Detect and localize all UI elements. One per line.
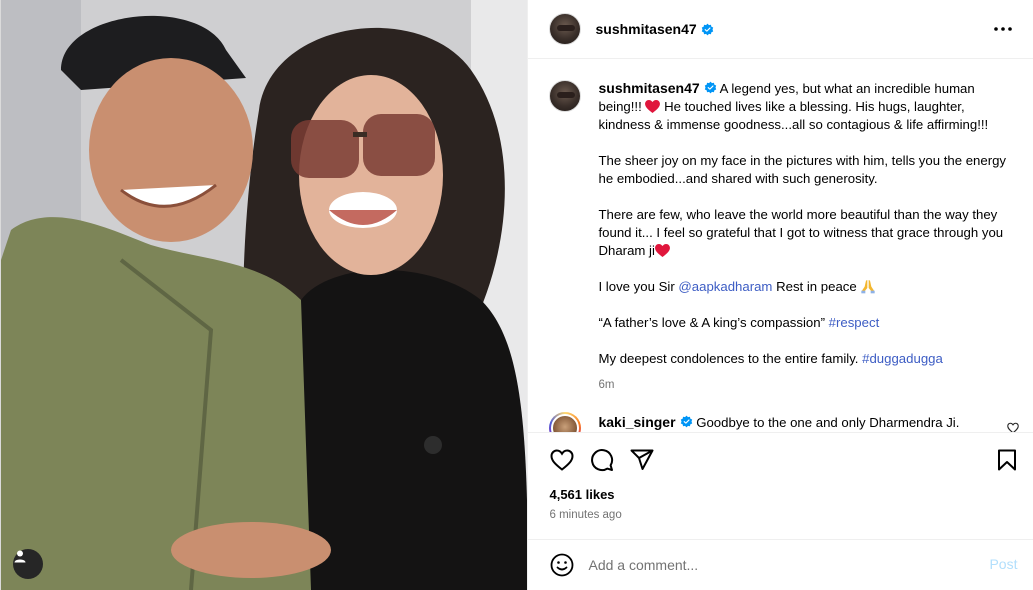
comment-body: Goodbye to the one and only Dharmendra J… (696, 415, 960, 430)
emoji-picker-button[interactable] (549, 552, 575, 578)
verified-badge-icon (704, 81, 716, 94)
caption-text-6: My deepest condolences to the entire fam… (598, 351, 863, 366)
comment-icon (591, 449, 614, 472)
more-options-button[interactable] (991, 17, 1015, 41)
save-button[interactable] (994, 447, 1020, 473)
caption-paragraph-3: There are few, who leave the world more … (598, 206, 1019, 260)
caption-text-4a: I love you Sir (598, 279, 679, 294)
commenter-avatar[interactable] (549, 412, 582, 432)
comments-section[interactable]: sushmitasen47 A legend yes, but what an … (528, 60, 1033, 432)
red-heart-emoji-icon (654, 244, 670, 257)
author-avatar[interactable] (549, 13, 582, 45)
bookmark-icon (998, 449, 1017, 471)
caption-author-username[interactable]: sushmitasen47 (598, 80, 699, 96)
add-comment-bar: Post (528, 539, 1033, 590)
emoji-icon (551, 553, 574, 577)
caption-text: sushmitasen47 A legend yes, but what an … (598, 79, 1019, 394)
share-icon (630, 449, 654, 470)
commenter-username[interactable]: kaki_singer (598, 414, 675, 430)
caption-text-5: “A father’s love & A king’s compassion” (598, 315, 829, 330)
comment-button[interactable] (589, 447, 615, 473)
post-photo[interactable] (1, 0, 528, 590)
post-actions-bar (528, 432, 1033, 482)
like-button[interactable] (549, 447, 575, 473)
comment-input[interactable] (588, 557, 959, 573)
comment-like-heart-icon[interactable] (1007, 422, 1020, 432)
mention-link[interactable]: @aapkadharam (678, 279, 772, 294)
instagram-post-modal: sushmitasen47 sushmitasen47 A legend yes… (0, 0, 1033, 590)
comment-item: kaki_singer Goodbye to the one and only … (549, 412, 1019, 432)
post-caption: sushmitasen47 A legend yes, but what an … (549, 79, 1019, 394)
more-options-icon (994, 27, 1013, 31)
post-comment-button[interactable]: Post (989, 556, 1017, 572)
caption-paragraph-5: “A father’s love & A king’s compassion” … (598, 314, 1019, 332)
caption-text-4b: Rest in peace (772, 279, 861, 294)
post-timestamp[interactable]: 6 minutes ago (549, 509, 621, 521)
caption-paragraph-6: My deepest condolences to the entire fam… (598, 350, 1019, 368)
hashtag-link[interactable]: #duggadugga (862, 351, 943, 366)
caption-paragraph-1: sushmitasen47 A legend yes, but what an … (598, 79, 1019, 134)
comment-text: kaki_singer Goodbye to the one and only … (598, 413, 959, 432)
likes-count[interactable]: 4,561 likes (549, 487, 614, 502)
caption-paragraph-4: I love you Sir @aapkadharam Rest in peac… (598, 278, 1019, 296)
post-header: sushmitasen47 (528, 0, 1033, 59)
tagged-users-button[interactable] (13, 549, 43, 579)
user-tag-icon (14, 550, 26, 563)
post-details-panel: sushmitasen47 sushmitasen47 A legend yes… (527, 0, 1033, 590)
hashtag-link[interactable]: #respect (829, 315, 880, 330)
author-username[interactable]: sushmitasen47 (595, 21, 696, 37)
caption-author-avatar[interactable] (549, 80, 582, 112)
red-heart-emoji-icon (645, 100, 661, 113)
folded-hands-emoji-icon (861, 280, 876, 294)
heart-icon (550, 449, 574, 471)
caption-paragraph-2: The sheer joy on my face in the pictures… (598, 153, 1007, 186)
caption-timestamp[interactable]: 6m (598, 376, 1019, 394)
photo-illustration (1, 0, 528, 590)
share-button[interactable] (629, 447, 655, 473)
verified-badge-icon (701, 23, 713, 35)
verified-badge-icon (680, 415, 692, 428)
